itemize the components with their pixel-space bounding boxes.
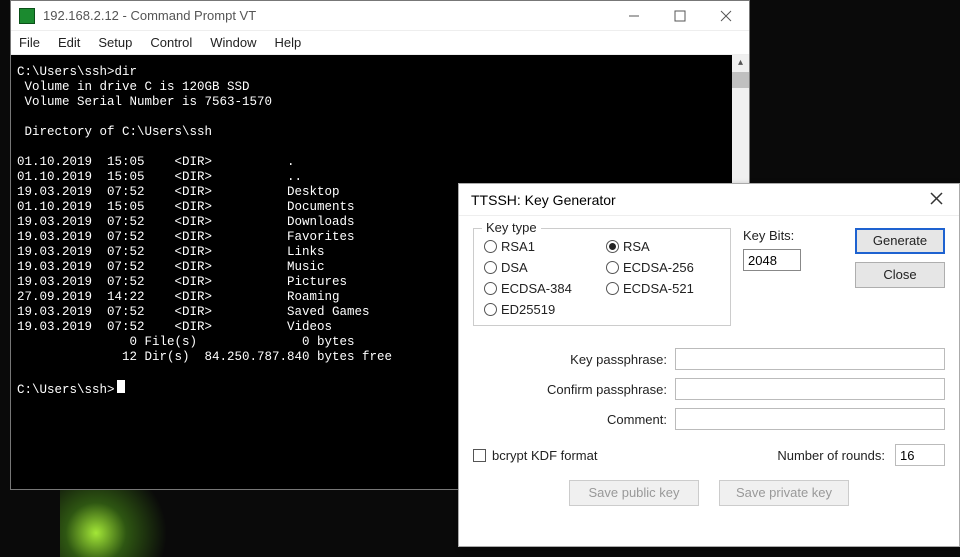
dialog-close-button[interactable]: [921, 192, 951, 208]
key-bits-input[interactable]: [743, 249, 801, 271]
generate-button[interactable]: Generate: [855, 228, 945, 254]
radio-label: ECDSA-384: [501, 281, 572, 296]
scroll-up-arrow[interactable]: ▴: [732, 55, 749, 72]
radio-label: ECDSA-521: [623, 281, 694, 296]
menu-file[interactable]: File: [19, 35, 40, 50]
menu-bar: File Edit Setup Control Window Help: [11, 31, 749, 55]
radio-dot-icon: [484, 240, 497, 253]
comment-label: Comment:: [502, 412, 667, 427]
menu-window[interactable]: Window: [210, 35, 256, 50]
radio-ecdsa-384[interactable]: ECDSA-384: [484, 281, 598, 296]
app-icon: [19, 8, 35, 24]
radio-label: ED25519: [501, 302, 555, 317]
minimize-button[interactable]: [611, 1, 657, 31]
menu-control[interactable]: Control: [150, 35, 192, 50]
comment-input[interactable]: [675, 408, 945, 430]
radio-ecdsa-256[interactable]: ECDSA-256: [606, 260, 720, 275]
radio-rsa[interactable]: RSA: [606, 239, 720, 254]
bcrypt-label: bcrypt KDF format: [492, 448, 597, 463]
passphrase-label: Key passphrase:: [502, 352, 667, 367]
terminal-titlebar[interactable]: 192.168.2.12 - Command Prompt VT: [11, 1, 749, 31]
maximize-button[interactable]: [657, 1, 703, 31]
radio-dot-icon: [606, 282, 619, 295]
close-button[interactable]: [703, 1, 749, 31]
save-public-key-button[interactable]: Save public key: [569, 480, 699, 506]
confirm-passphrase-label: Confirm passphrase:: [502, 382, 667, 397]
radio-dsa[interactable]: DSA: [484, 260, 598, 275]
radio-label: ECDSA-256: [623, 260, 694, 275]
radio-ed25519[interactable]: ED25519: [484, 302, 598, 317]
radio-label: RSA: [623, 239, 650, 254]
dialog-title: TTSSH: Key Generator: [471, 192, 921, 208]
save-private-key-button[interactable]: Save private key: [719, 480, 849, 506]
rounds-input[interactable]: [895, 444, 945, 466]
radio-dot-icon: [484, 261, 497, 274]
radio-rsa1[interactable]: RSA1: [484, 239, 598, 254]
radio-ecdsa-521[interactable]: ECDSA-521: [606, 281, 720, 296]
key-generator-dialog: TTSSH: Key Generator Key type RSA1 RSA DSA…: [458, 183, 960, 547]
radio-label: DSA: [501, 260, 528, 275]
radio-label: RSA1: [501, 239, 535, 254]
radio-dot-icon: [484, 303, 497, 316]
checkbox-box: [473, 449, 486, 462]
key-bits-label: Key Bits:: [743, 228, 794, 243]
radio-dot-icon: [606, 240, 619, 253]
key-type-group: Key type RSA1RSADSAECDSA-256ECDSA-384ECD…: [473, 228, 731, 326]
key-type-legend: Key type: [482, 220, 541, 235]
bcrypt-checkbox[interactable]: bcrypt KDF format: [473, 448, 597, 463]
terminal-cursor: [117, 380, 125, 393]
radio-dot-icon: [484, 282, 497, 295]
confirm-passphrase-input[interactable]: [675, 378, 945, 400]
close-button-dialog[interactable]: Close: [855, 262, 945, 288]
menu-edit[interactable]: Edit: [58, 35, 80, 50]
menu-help[interactable]: Help: [275, 35, 302, 50]
menu-setup[interactable]: Setup: [98, 35, 132, 50]
dialog-titlebar[interactable]: TTSSH: Key Generator: [459, 184, 959, 216]
scroll-thumb[interactable]: [732, 72, 749, 88]
radio-dot-icon: [606, 261, 619, 274]
key-bits-field: Key Bits:: [743, 228, 823, 326]
passphrase-input[interactable]: [675, 348, 945, 370]
rounds-label: Number of rounds:: [777, 448, 885, 463]
window-title: 192.168.2.12 - Command Prompt VT: [43, 8, 611, 23]
